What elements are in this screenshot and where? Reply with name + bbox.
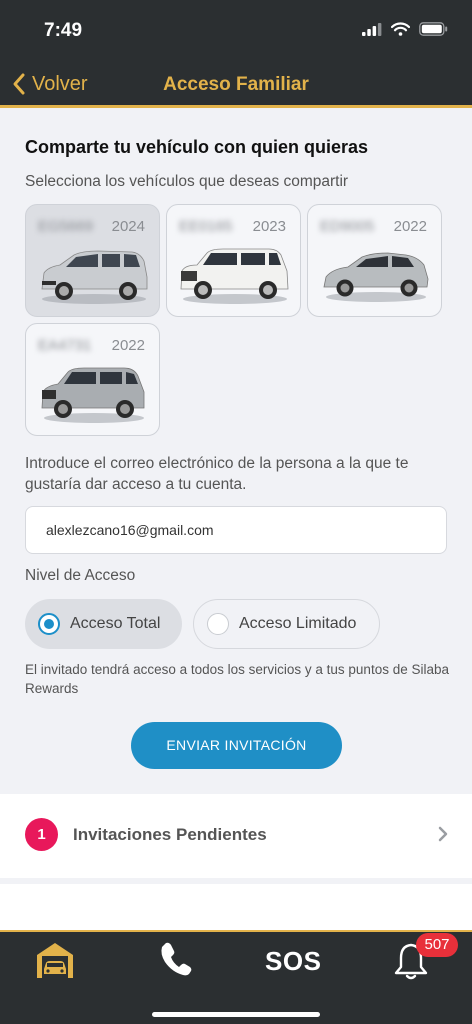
vehicle-plate: EE0165 [179,218,233,235]
access-total-option[interactable]: Acceso Total [25,599,182,649]
vehicle-year: 2024 [111,218,145,235]
section-subtitle: Selecciona los vehículos que deseas comp… [25,173,349,190]
access-level-label: Nivel de Acceso [25,567,136,584]
vehicle-year: 2022 [393,218,427,235]
pending-invitations-label: Invitaciones Pendientes [73,825,267,844]
access-limited-label: Acceso Limitado [239,615,357,632]
suv-compact-image [41,367,145,423]
page-title: Acceso Familiar [163,74,309,95]
garage-car-icon [37,943,73,978]
access-limited-option[interactable]: Acceso Limitado [193,599,380,649]
content-spacer [0,884,472,930]
minivan-image [41,250,148,304]
vehicle-plate: EA4731 [38,337,92,354]
chevron-right-icon [438,826,448,842]
crossover-image [323,252,429,302]
vehicle-card[interactable]: EG5669 2024 [25,204,160,317]
phone-icon [161,942,192,976]
pending-invitations-row[interactable]: 1 Invitaciones Pendientes [0,794,472,878]
vehicle-plate: EG5669 [38,218,94,235]
send-invitation-button[interactable]: ENVIAR INVITACIÓN [131,722,342,769]
tab-phone[interactable] [158,940,192,983]
status-bar: 7:49 [0,0,472,62]
suv-image [180,248,289,304]
sos-button[interactable]: SOS [265,946,321,977]
vehicle-card[interactable]: EE0165 2023 [166,204,301,317]
radio-unchecked-icon [207,613,229,635]
vehicle-plate: ED9005 [320,218,375,235]
notifications-badge: 507 [416,933,458,957]
signal-icon [362,22,382,36]
vehicle-year: 2023 [252,218,286,235]
vehicle-card[interactable]: ED9005 2022 [307,204,442,317]
access-description: El invitado tendrá acceso a todos los se… [25,662,449,696]
nav-bar: Volver Acceso Familiar [0,62,472,108]
email-label: Introduce el correo electrónico de la pe… [25,455,409,493]
battery-icon [419,22,448,36]
wifi-icon [391,22,410,36]
tab-bar: SOS 507 [0,930,472,1024]
status-time: 7:49 [44,20,83,41]
vehicle-year: 2022 [111,337,145,354]
pending-count-badge: 1 [25,818,58,851]
radio-checked-icon [38,613,60,635]
section-title: Comparte tu vehículo con quien quieras [25,137,369,157]
access-total-label: Acceso Total [70,615,161,632]
home-indicator [152,1012,320,1017]
tab-garage[interactable] [34,940,76,985]
vehicle-card[interactable]: EA4731 2022 [25,323,160,436]
status-icons [362,22,448,36]
email-field[interactable] [25,506,447,554]
